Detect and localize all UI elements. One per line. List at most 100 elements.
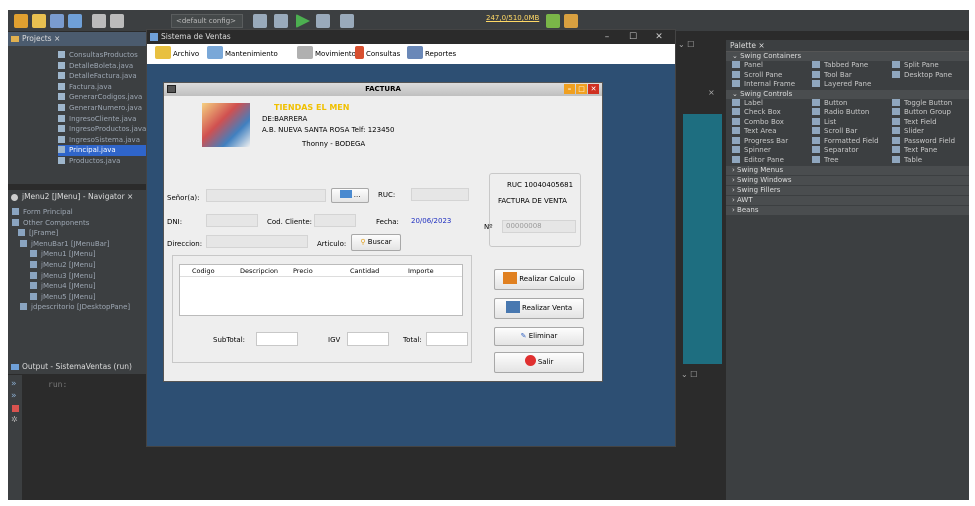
- palette-item[interactable]: Radio Button: [812, 108, 892, 118]
- profiler-icon[interactable]: [564, 14, 578, 28]
- realizar-calculo-button[interactable]: Realizar Calculo: [494, 269, 584, 290]
- rerun-icon[interactable]: »: [11, 379, 22, 389]
- menu-archivo[interactable]: Archivo: [155, 44, 199, 64]
- direccion-field[interactable]: [206, 235, 308, 248]
- navigator-item[interactable]: Other Components: [12, 218, 148, 229]
- minimize-icon[interactable]: ⌄ ☐: [678, 40, 694, 49]
- navigator-tab[interactable]: jMenu2 [JMenu] - Navigator ×: [8, 190, 148, 204]
- undo-icon[interactable]: [92, 14, 106, 28]
- dni-field[interactable]: [206, 214, 258, 227]
- factura-minimize-button[interactable]: –: [564, 84, 575, 94]
- profile-icon[interactable]: [340, 14, 354, 28]
- app-maximize-button[interactable]: ☐: [623, 30, 643, 44]
- palette-item[interactable]: Tree: [812, 155, 892, 166]
- navigator-item[interactable]: jMenu1 [JMenu]: [12, 249, 148, 260]
- project-file-item[interactable]: Factura.java: [58, 82, 148, 93]
- total-field[interactable]: [426, 332, 468, 346]
- project-file-item[interactable]: IngresoCliente.java: [58, 114, 148, 125]
- navigator-item[interactable]: [JFrame]: [12, 228, 148, 239]
- project-file-item[interactable]: IngresoProductos.java: [58, 124, 148, 135]
- palette-item[interactable]: Toggle Button: [892, 98, 969, 109]
- new-file-icon[interactable]: [32, 14, 46, 28]
- memory-indicator[interactable]: 247,0/510,0MB: [486, 14, 539, 22]
- palette-item[interactable]: Password Field: [892, 136, 969, 147]
- subtotal-field[interactable]: [256, 332, 298, 346]
- factura-maximize-button[interactable]: □: [576, 84, 587, 94]
- cod-cliente-field[interactable]: [314, 214, 356, 227]
- search-client-button[interactable]: ...: [331, 188, 369, 203]
- palette-category[interactable]: › Beans: [726, 206, 969, 215]
- project-file-item[interactable]: DetalleBoleta.java: [58, 61, 148, 72]
- palette-item[interactable]: Scroll Pane: [732, 70, 812, 81]
- palette-item[interactable]: Formatted Field: [812, 136, 892, 147]
- senor-field[interactable]: [206, 189, 326, 202]
- save-all-icon[interactable]: [68, 14, 82, 28]
- palette-item[interactable]: Tabbed Pane: [812, 61, 892, 71]
- palette-item[interactable]: Button: [812, 98, 892, 109]
- palette-item[interactable]: [892, 80, 969, 90]
- project-file-item[interactable]: ConsultasProductos: [58, 50, 148, 61]
- palette-item[interactable]: Scroll Bar: [812, 127, 892, 137]
- palette-item[interactable]: Internal Frame: [732, 80, 812, 90]
- project-file-item[interactable]: Productos.java: [58, 156, 148, 167]
- stop-icon[interactable]: [12, 405, 19, 412]
- hammer-icon[interactable]: [253, 14, 267, 28]
- palette-item[interactable]: Text Pane: [892, 146, 969, 156]
- palette-item[interactable]: Table: [892, 155, 969, 166]
- swing-containers-category[interactable]: ⌄ Swing Containers: [726, 52, 969, 61]
- realizar-venta-button[interactable]: Realizar Venta: [494, 298, 584, 319]
- palette-item[interactable]: Tool Bar: [812, 70, 892, 81]
- navigator-item[interactable]: jMenu4 [JMenu]: [12, 281, 148, 292]
- gc-icon[interactable]: [546, 14, 560, 28]
- config-dropdown[interactable]: <default config>: [171, 14, 243, 28]
- palette-item[interactable]: Editor Pane: [732, 155, 812, 166]
- buscar-button[interactable]: ⚲ Buscar: [351, 234, 401, 251]
- palette-item[interactable]: Check Box: [732, 108, 812, 118]
- menu-consultas[interactable]: Consultas: [355, 44, 400, 64]
- debug-icon[interactable]: [316, 14, 330, 28]
- factura-close-button[interactable]: ✕: [588, 84, 599, 94]
- palette-item[interactable]: Text Area: [732, 127, 812, 137]
- rerun-params-icon[interactable]: »: [11, 391, 22, 401]
- navigator-item[interactable]: jMenu2 [JMenu]: [12, 260, 148, 271]
- navigator-item[interactable]: jdpescritorio [JDesktopPane]: [12, 302, 148, 313]
- salir-button[interactable]: Salir: [494, 352, 584, 373]
- close-icon[interactable]: ×: [708, 88, 715, 97]
- app-minimize-button[interactable]: –: [597, 30, 617, 44]
- project-file-item[interactable]: Principal.java: [58, 145, 148, 156]
- palette-item[interactable]: Slider: [892, 127, 969, 137]
- palette-item[interactable]: Spinner: [732, 146, 812, 156]
- project-file-item[interactable]: GenerarNumero.java: [58, 103, 148, 114]
- menu-movimiento[interactable]: Movimiento: [297, 44, 356, 64]
- redo-icon[interactable]: [110, 14, 124, 28]
- menu-mantenimiento[interactable]: Mantenimiento: [207, 44, 278, 64]
- palette-category[interactable]: › Swing Windows: [726, 176, 969, 185]
- projects-tab[interactable]: Projects ×: [8, 32, 148, 46]
- navigator-item[interactable]: jMenu3 [JMenu]: [12, 271, 148, 282]
- output-tab[interactable]: Output - SistemaVentas (run): [8, 360, 148, 374]
- palette-category[interactable]: › AWT: [726, 196, 969, 205]
- palette-item[interactable]: Button Group: [892, 108, 969, 118]
- palette-category[interactable]: › Swing Menus: [726, 166, 969, 175]
- palette-item[interactable]: Layered Pane: [812, 80, 892, 90]
- detail-table[interactable]: Codigo Descripcion Precio Cantidad Impor…: [179, 264, 463, 316]
- palette-item[interactable]: Panel: [732, 61, 812, 71]
- project-file-item[interactable]: DetalleFactura.java: [58, 71, 148, 82]
- igv-field[interactable]: [347, 332, 389, 346]
- clean-build-icon[interactable]: [274, 14, 288, 28]
- palette-title[interactable]: Palette: [730, 41, 756, 50]
- project-file-item[interactable]: IngresoSistema.java: [58, 135, 148, 146]
- output-minimize-icon[interactable]: ⌄ ☐: [681, 370, 697, 379]
- palette-item[interactable]: List: [812, 117, 892, 128]
- palette-item[interactable]: Split Pane: [892, 61, 969, 71]
- open-project-icon[interactable]: [50, 14, 64, 28]
- navigator-item[interactable]: jMenu5 [JMenu]: [12, 292, 148, 303]
- navigator-item[interactable]: Form Principal: [12, 207, 148, 218]
- run-icon[interactable]: [296, 14, 310, 28]
- new-project-icon[interactable]: [14, 14, 28, 28]
- eliminar-button[interactable]: ✎ Eliminar: [494, 327, 584, 346]
- app-close-button[interactable]: ✕: [649, 30, 669, 44]
- swing-controls-category[interactable]: ⌄ Swing Controls: [726, 89, 969, 99]
- palette-item[interactable]: Desktop Pane: [892, 70, 969, 81]
- navigator-item[interactable]: jMenuBar1 [JMenuBar]: [12, 239, 148, 250]
